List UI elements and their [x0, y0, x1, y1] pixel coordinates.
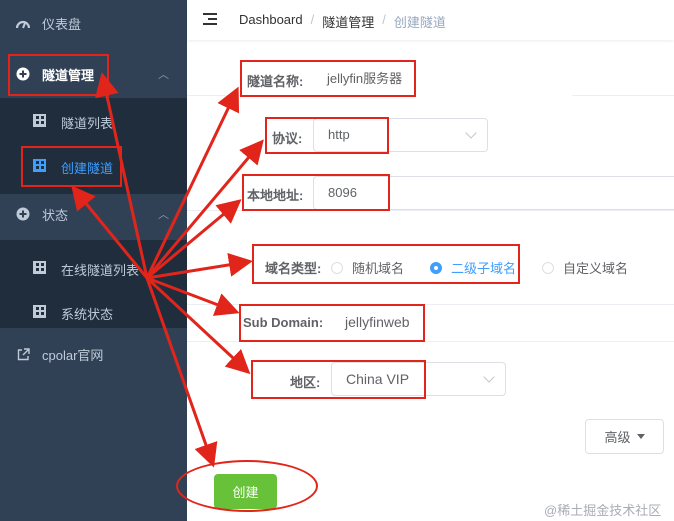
hamburger-icon[interactable] — [203, 13, 217, 25]
breadcrumb-section[interactable]: 隧道管理 — [322, 12, 374, 31]
caret-down-icon — [636, 434, 645, 439]
breadcrumb-separator: / — [310, 12, 315, 27]
annotation-box-protocol — [265, 117, 389, 154]
annotation-box-tunnel-mgmt — [8, 54, 109, 96]
chevron-down-icon — [465, 127, 477, 139]
table-icon — [33, 261, 47, 275]
sidebar-item-status[interactable]: 状态 ︿ — [0, 188, 187, 240]
external-link-icon — [16, 347, 30, 361]
top-header: Dashboard / 隧道管理 / 创建隧道 — [187, 0, 674, 40]
table-icon — [33, 114, 47, 128]
breadcrumb: Dashboard / 隧道管理 / 创建隧道 — [239, 12, 446, 31]
sidebar-item-label: 仪表盘 — [42, 16, 82, 32]
sidebar-item-label: cpolar官网 — [42, 347, 104, 363]
advanced-label: 高级 — [604, 430, 631, 445]
sidebar-item-label: 系统状态 — [61, 307, 114, 322]
annotation-box-domain-type — [252, 244, 520, 284]
table-icon — [33, 305, 47, 319]
sidebar-item-cpolar-site[interactable]: cpolar官网 — [0, 328, 187, 380]
annotation-oval-create — [176, 460, 318, 512]
chevron-up-icon: ︿ — [158, 69, 169, 81]
sidebar-item-label: 在线隧道列表 — [61, 263, 140, 278]
radio-circle-icon — [542, 261, 554, 274]
plus-circle-icon — [16, 207, 30, 221]
breadcrumb-separator: / — [382, 12, 386, 27]
radio-custom-domain[interactable]: 自定义域名 — [542, 258, 628, 277]
sidebar-item-label: 隧道列表 — [61, 116, 114, 131]
annotation-box-local-addr — [242, 174, 390, 211]
annotation-box-subdomain — [239, 304, 425, 342]
sidebar-item-dashboard[interactable]: 仪表盘 — [0, 0, 187, 46]
breadcrumb-home[interactable]: Dashboard — [239, 12, 303, 31]
annotation-box-region — [251, 360, 426, 399]
radio-label: 自定义域名 — [563, 261, 629, 276]
breadcrumb-current: 创建隧道 — [393, 15, 446, 30]
annotation-box-name — [240, 60, 416, 97]
chevron-up-icon: ︿ — [158, 209, 169, 221]
dashboard-icon — [16, 16, 30, 30]
advanced-button[interactable]: 高级 — [585, 419, 664, 454]
sidebar-item-label: 状态 — [42, 207, 69, 223]
chevron-down-icon — [483, 371, 495, 383]
annotation-box-create-tunnel — [21, 146, 122, 187]
watermark-text: @稀土掘金技术社区 — [544, 503, 662, 518]
